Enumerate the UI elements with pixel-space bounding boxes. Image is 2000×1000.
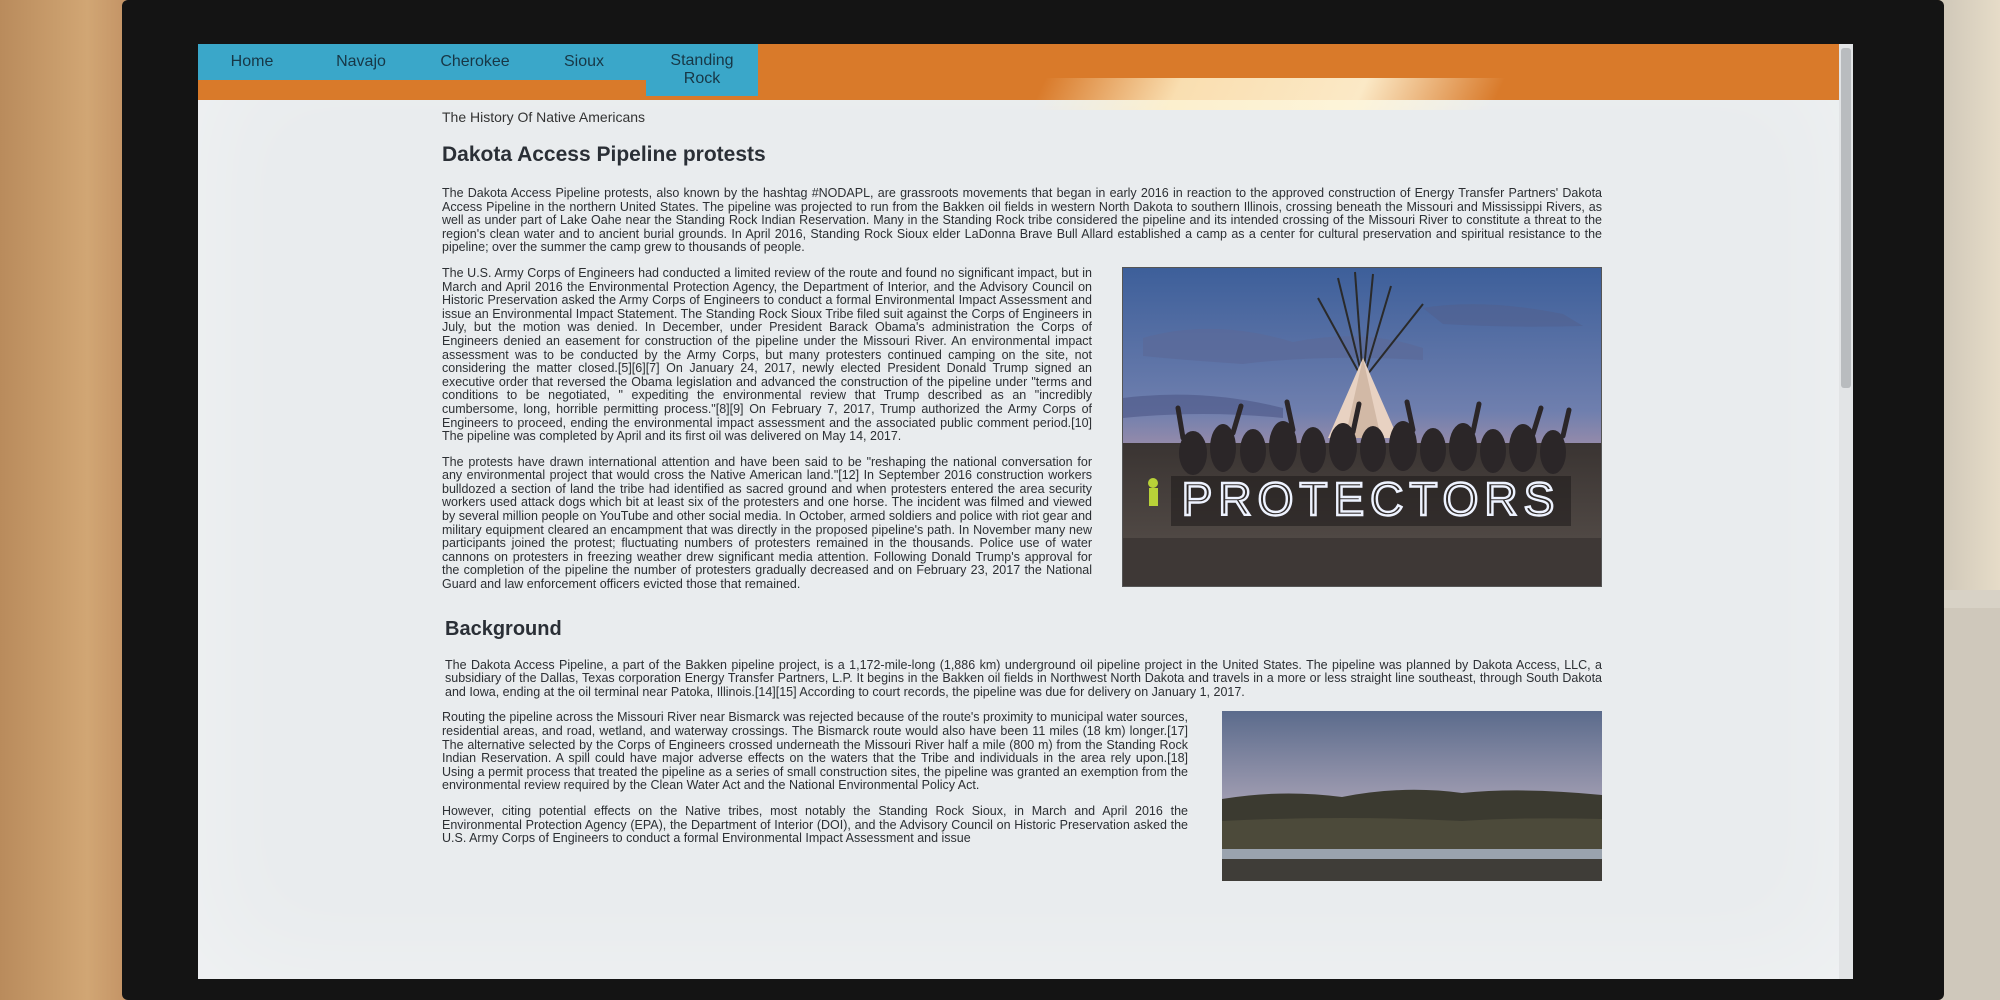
nav-sioux[interactable]: Sioux bbox=[534, 44, 634, 80]
nav-navajo[interactable]: Navajo bbox=[306, 44, 416, 80]
nav-cherokee[interactable]: Cherokee bbox=[416, 44, 534, 80]
cabinet bbox=[1940, 608, 2000, 1000]
river-landscape-photo bbox=[1222, 711, 1602, 882]
nav-sioux-label: Sioux bbox=[563, 53, 605, 70]
article-title: Dakota Access Pipeline protests bbox=[442, 143, 766, 166]
protectors-sign: PROTECTORS bbox=[1182, 473, 1561, 525]
river-landscape-svg bbox=[1222, 711, 1602, 882]
background-heading: Background bbox=[445, 617, 562, 640]
background-paragraph-1: The Dakota Access Pipeline, a part of th… bbox=[445, 657, 1602, 699]
nav-home-label: Home bbox=[230, 53, 274, 70]
scrollbar[interactable] bbox=[1839, 44, 1853, 979]
nav-navajo-label: Navajo bbox=[336, 53, 386, 70]
browser-viewport: Home Navajo Cherokee Sioux Standing Rock… bbox=[198, 44, 1853, 979]
protectors-photo-svg: PROTECTORS bbox=[1123, 267, 1601, 586]
shelf bbox=[1940, 590, 2000, 608]
nav-standing-rock-label: Standing Rock bbox=[670, 52, 734, 87]
site-title: The History Of Native Americans bbox=[442, 109, 646, 125]
article-content: The History Of Native Americans Dakota A… bbox=[442, 109, 1602, 887]
top-navigation: Home Navajo Cherokee Sioux Standing Rock bbox=[198, 44, 1839, 100]
protectors-photo: PROTECTORS bbox=[1122, 266, 1602, 587]
article-intro: The Dakota Access Pipeline protests, als… bbox=[442, 186, 1602, 255]
nav-home[interactable]: Home bbox=[198, 44, 306, 80]
nav-standing-rock[interactable]: Standing Rock bbox=[646, 44, 758, 96]
nav-cherokee-label: Cherokee bbox=[440, 53, 510, 70]
room-wall-left bbox=[0, 0, 125, 1000]
room-wall-right bbox=[1940, 0, 2000, 1000]
scrollbar-thumb[interactable] bbox=[1841, 48, 1851, 388]
